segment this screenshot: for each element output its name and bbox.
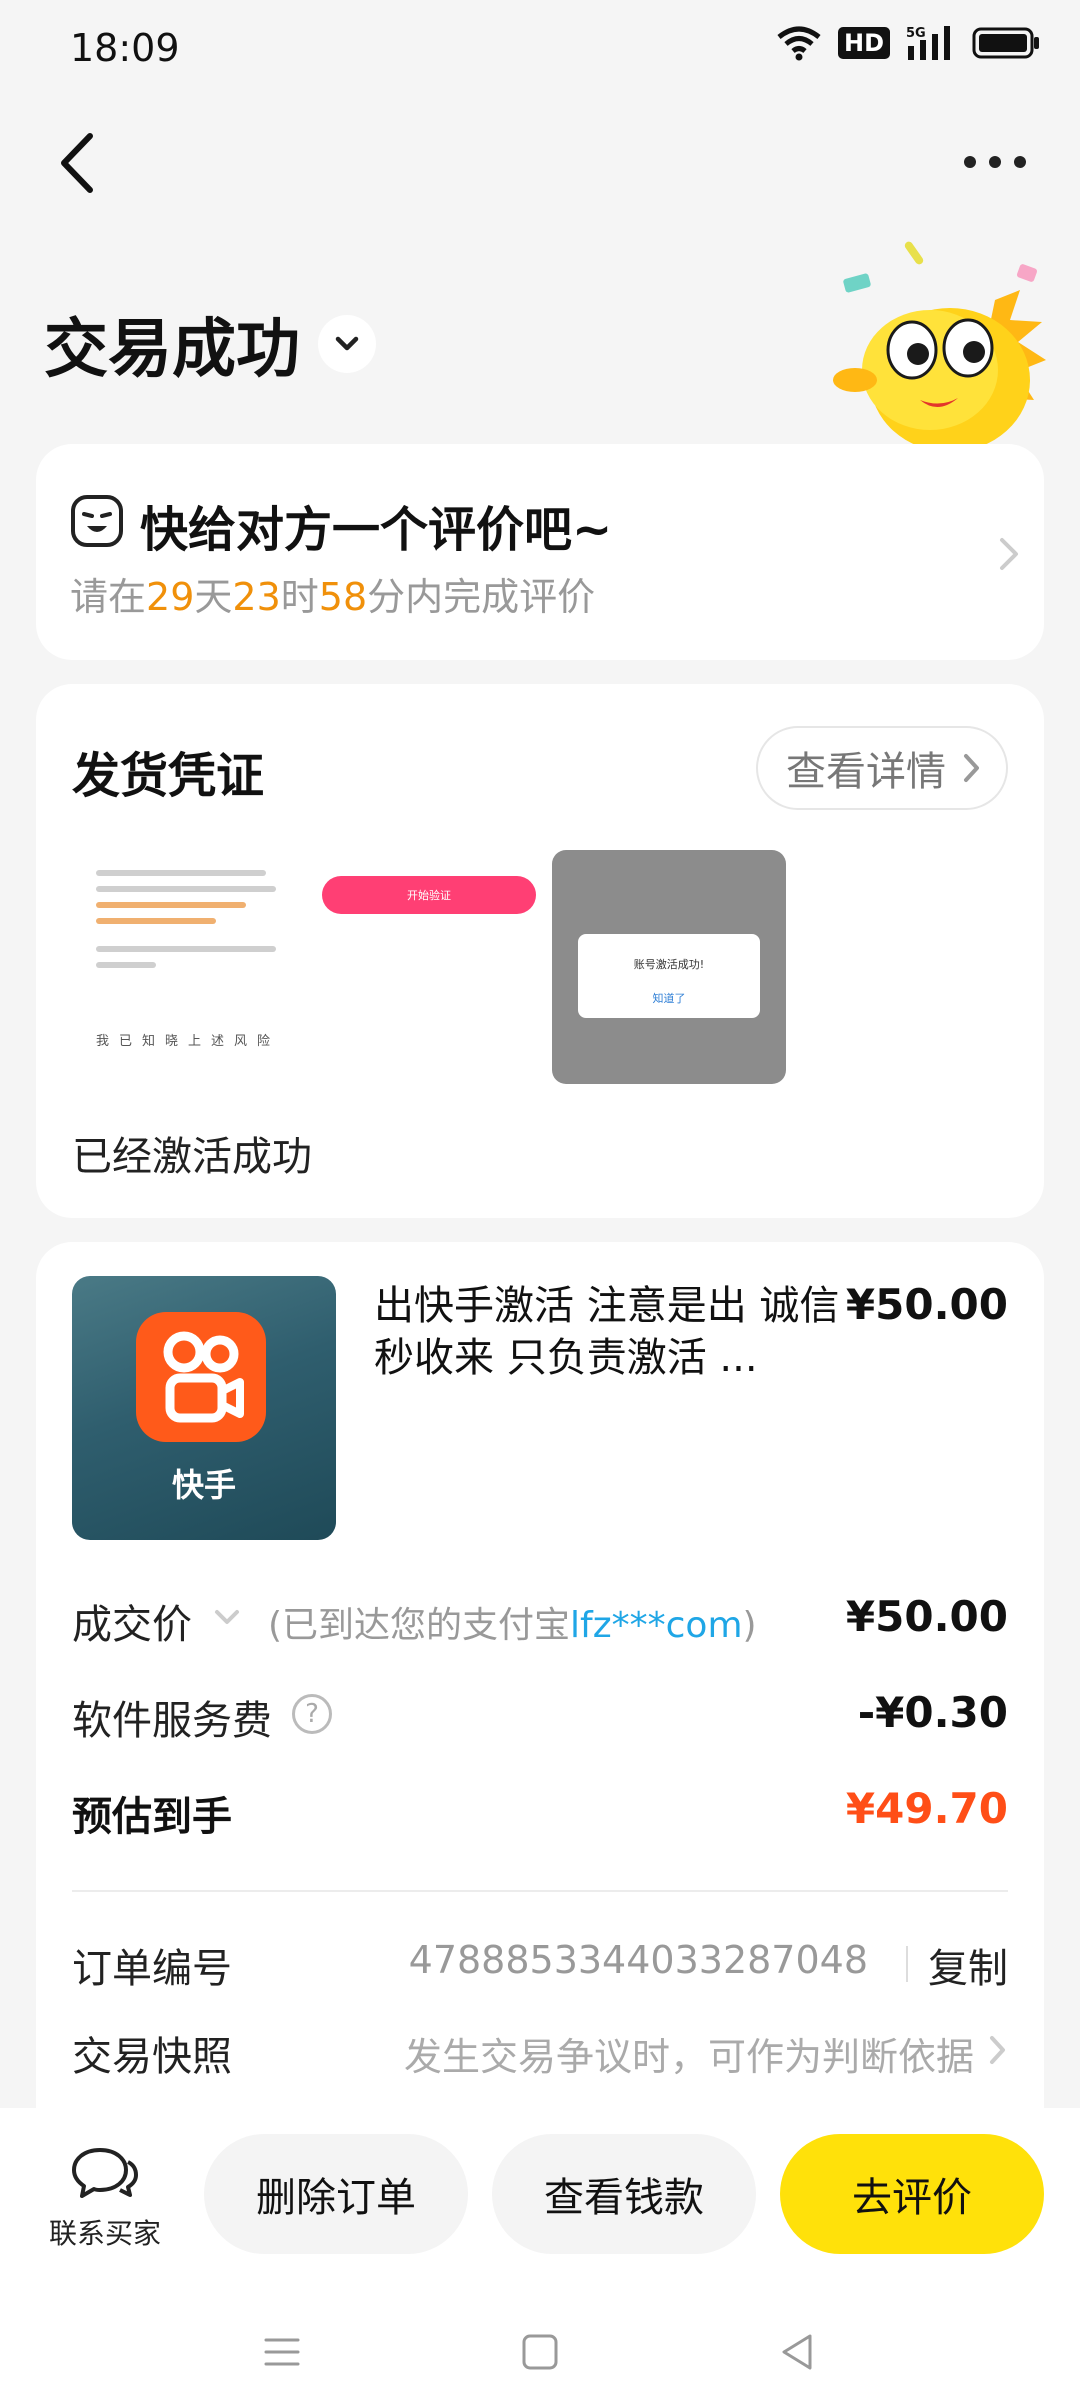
divider [72,1890,1008,1892]
order-number-label: 订单编号 [72,1946,232,1992]
system-nav-bar [0,2298,1080,2408]
view-details-button[interactable]: 查看详情 [756,726,1008,810]
chevron-down-icon[interactable] [318,315,376,373]
home-icon[interactable] [520,2332,560,2376]
thumb-text-line [96,886,276,892]
thumb-text-line [96,946,276,952]
chevron-right-icon [988,2032,1008,2072]
mascot-illustration [820,230,1060,452]
order-number-row: 订单编号 4788853344033287048 复制 [72,1936,1008,1996]
countdown-hours-unit: 时 [280,575,319,619]
estimated-income-value: ¥49.70 [845,1784,1008,1833]
go-review-label: 去评价 [852,2175,972,2221]
countdown-minutes: 58 [318,575,368,619]
deal-price-note-suffix: ) [742,1605,757,1646]
deal-price-note: (已到达您的支付宝lfz***com) [268,1596,757,1648]
countdown-hours: 23 [232,575,281,619]
status-icons: HD 5G [776,24,1040,62]
estimated-income-row: 预估到手 ¥49.70 [72,1784,1008,1844]
countdown-prefix: 请在 [70,575,147,619]
delete-order-label: 删除订单 [256,2175,416,2221]
proof-thumbnail[interactable]: 账号激活成功! 知道了 [552,850,786,1084]
product-price: ¥50.00 [845,1280,1008,1329]
view-funds-button[interactable]: 查看钱款 [492,2134,756,2254]
smiley-face-icon [70,494,124,548]
chevron-right-icon [962,750,982,796]
thumb-text-line [96,918,216,924]
service-fee-row: 软件服务费 ? -¥0.30 [72,1688,1008,1748]
snapshot-label: 交易快照 [72,2034,232,2080]
review-title: 快给对方一个评价吧~ [140,502,613,558]
bottom-action-bar: 联系买家 删除订单 查看钱款 去评价 [0,2108,1080,2298]
thumb-text-line [96,902,246,908]
thumb-risk-row: 我已知晓上述风险 [96,1034,281,1049]
proof-title: 发货凭证 [72,748,265,804]
thumb-text-line [96,870,266,876]
product-app-label: 快手 [171,1466,236,1504]
shipping-proof-card: 发货凭证 查看详情 我已知晓上述风险 开始验证 账号激活成功! 知道了 已经激活… [36,684,1044,1218]
snapshot-value: 发生交易争议时，可作为判断依据 [403,2035,974,2079]
thumb-text-line [96,962,156,968]
countdown-minutes-unit: 分内完成评价 [367,575,596,619]
contact-buyer-button[interactable]: 联系买家 [40,2144,170,2264]
delete-order-button[interactable]: 删除订单 [204,2134,468,2254]
question-mark-icon[interactable]: ? [292,1694,332,1734]
page-title: 交易成功 [44,313,300,387]
back-icon[interactable] [50,128,110,198]
service-fee-value: -¥0.30 [857,1688,1008,1737]
deal-price-label: 成交价 [72,1602,192,1648]
order-number-value: 4788853344033287048 [408,1938,868,1982]
contact-buyer-label: 联系买家 [48,2217,161,2250]
deal-price-note-prefix: (已到达您的支付宝 [268,1605,571,1646]
proof-thumbnail[interactable]: 开始验证 [312,850,546,1084]
thumb-dialog: 账号激活成功! 知道了 [578,934,760,1018]
thumb-dialog-ok: 知道了 [652,992,686,1005]
deal-price-value: ¥50.00 [845,1592,1008,1641]
product-image[interactable]: 快手 [72,1276,336,1540]
snapshot-row[interactable]: 交易快照 发生交易争议时，可作为判断依据 [72,2024,1008,2084]
view-funds-label: 查看钱款 [544,2175,704,2221]
proof-thumbnail[interactable]: 我已知晓上述风险 [72,850,306,1084]
svg-text:5G: 5G [906,26,926,41]
signal-icon: 5G [906,24,956,62]
hd-badge: HD [837,27,890,59]
go-review-button[interactable]: 去评价 [780,2134,1044,2254]
battery-icon [972,26,1040,60]
estimated-income-label: 预估到手 [72,1794,232,1840]
chat-bubble-icon [40,2144,170,2206]
thumb-dialog-message: 账号激活成功! [633,958,705,971]
order-card: 快手 出快手激活 注意是出 诚信 秒收来 只负责激活 ... ¥50.00 成交… [36,1242,1044,2242]
back-nav-icon[interactable] [778,2332,818,2376]
product-title[interactable]: 出快手激活 注意是出 诚信 秒收来 只负责激活 ... [374,1280,844,1384]
countdown-days: 29 [146,575,195,619]
chevron-right-icon [996,534,1022,574]
status-bar: 18:09 HD 5G [0,0,1080,96]
kuaishou-app-icon [136,1312,266,1442]
copy-button[interactable]: 复制 [928,1936,1008,1994]
proof-note: 已经激活成功 [72,1134,312,1180]
top-nav [0,110,1080,210]
review-card[interactable]: 快给对方一个评价吧~ 请在29天23时58分内完成评价 [36,444,1044,660]
chevron-down-icon[interactable] [212,1606,242,1632]
service-fee-label: 软件服务费 [72,1698,272,1744]
countdown-days-unit: 天 [194,575,233,619]
proof-thumbnails: 我已知晓上述风险 开始验证 账号激活成功! 知道了 [72,850,786,1084]
deal-price-row: 成交价 (已到达您的支付宝lfz***com) ¥50.00 [72,1592,1008,1652]
status-time: 18:09 [70,26,180,70]
wifi-icon [776,25,822,61]
menu-icon[interactable] [262,2332,302,2376]
review-countdown: 请在29天23时58分内完成评价 [70,566,595,621]
more-icon[interactable] [960,150,1030,174]
separator [906,1946,908,1982]
thumb-start-button: 开始验证 [322,876,536,914]
view-details-label: 查看详情 [786,749,946,795]
page-title-row: 交易成功 [44,298,376,390]
alipay-account: lfz***com [570,1605,743,1646]
